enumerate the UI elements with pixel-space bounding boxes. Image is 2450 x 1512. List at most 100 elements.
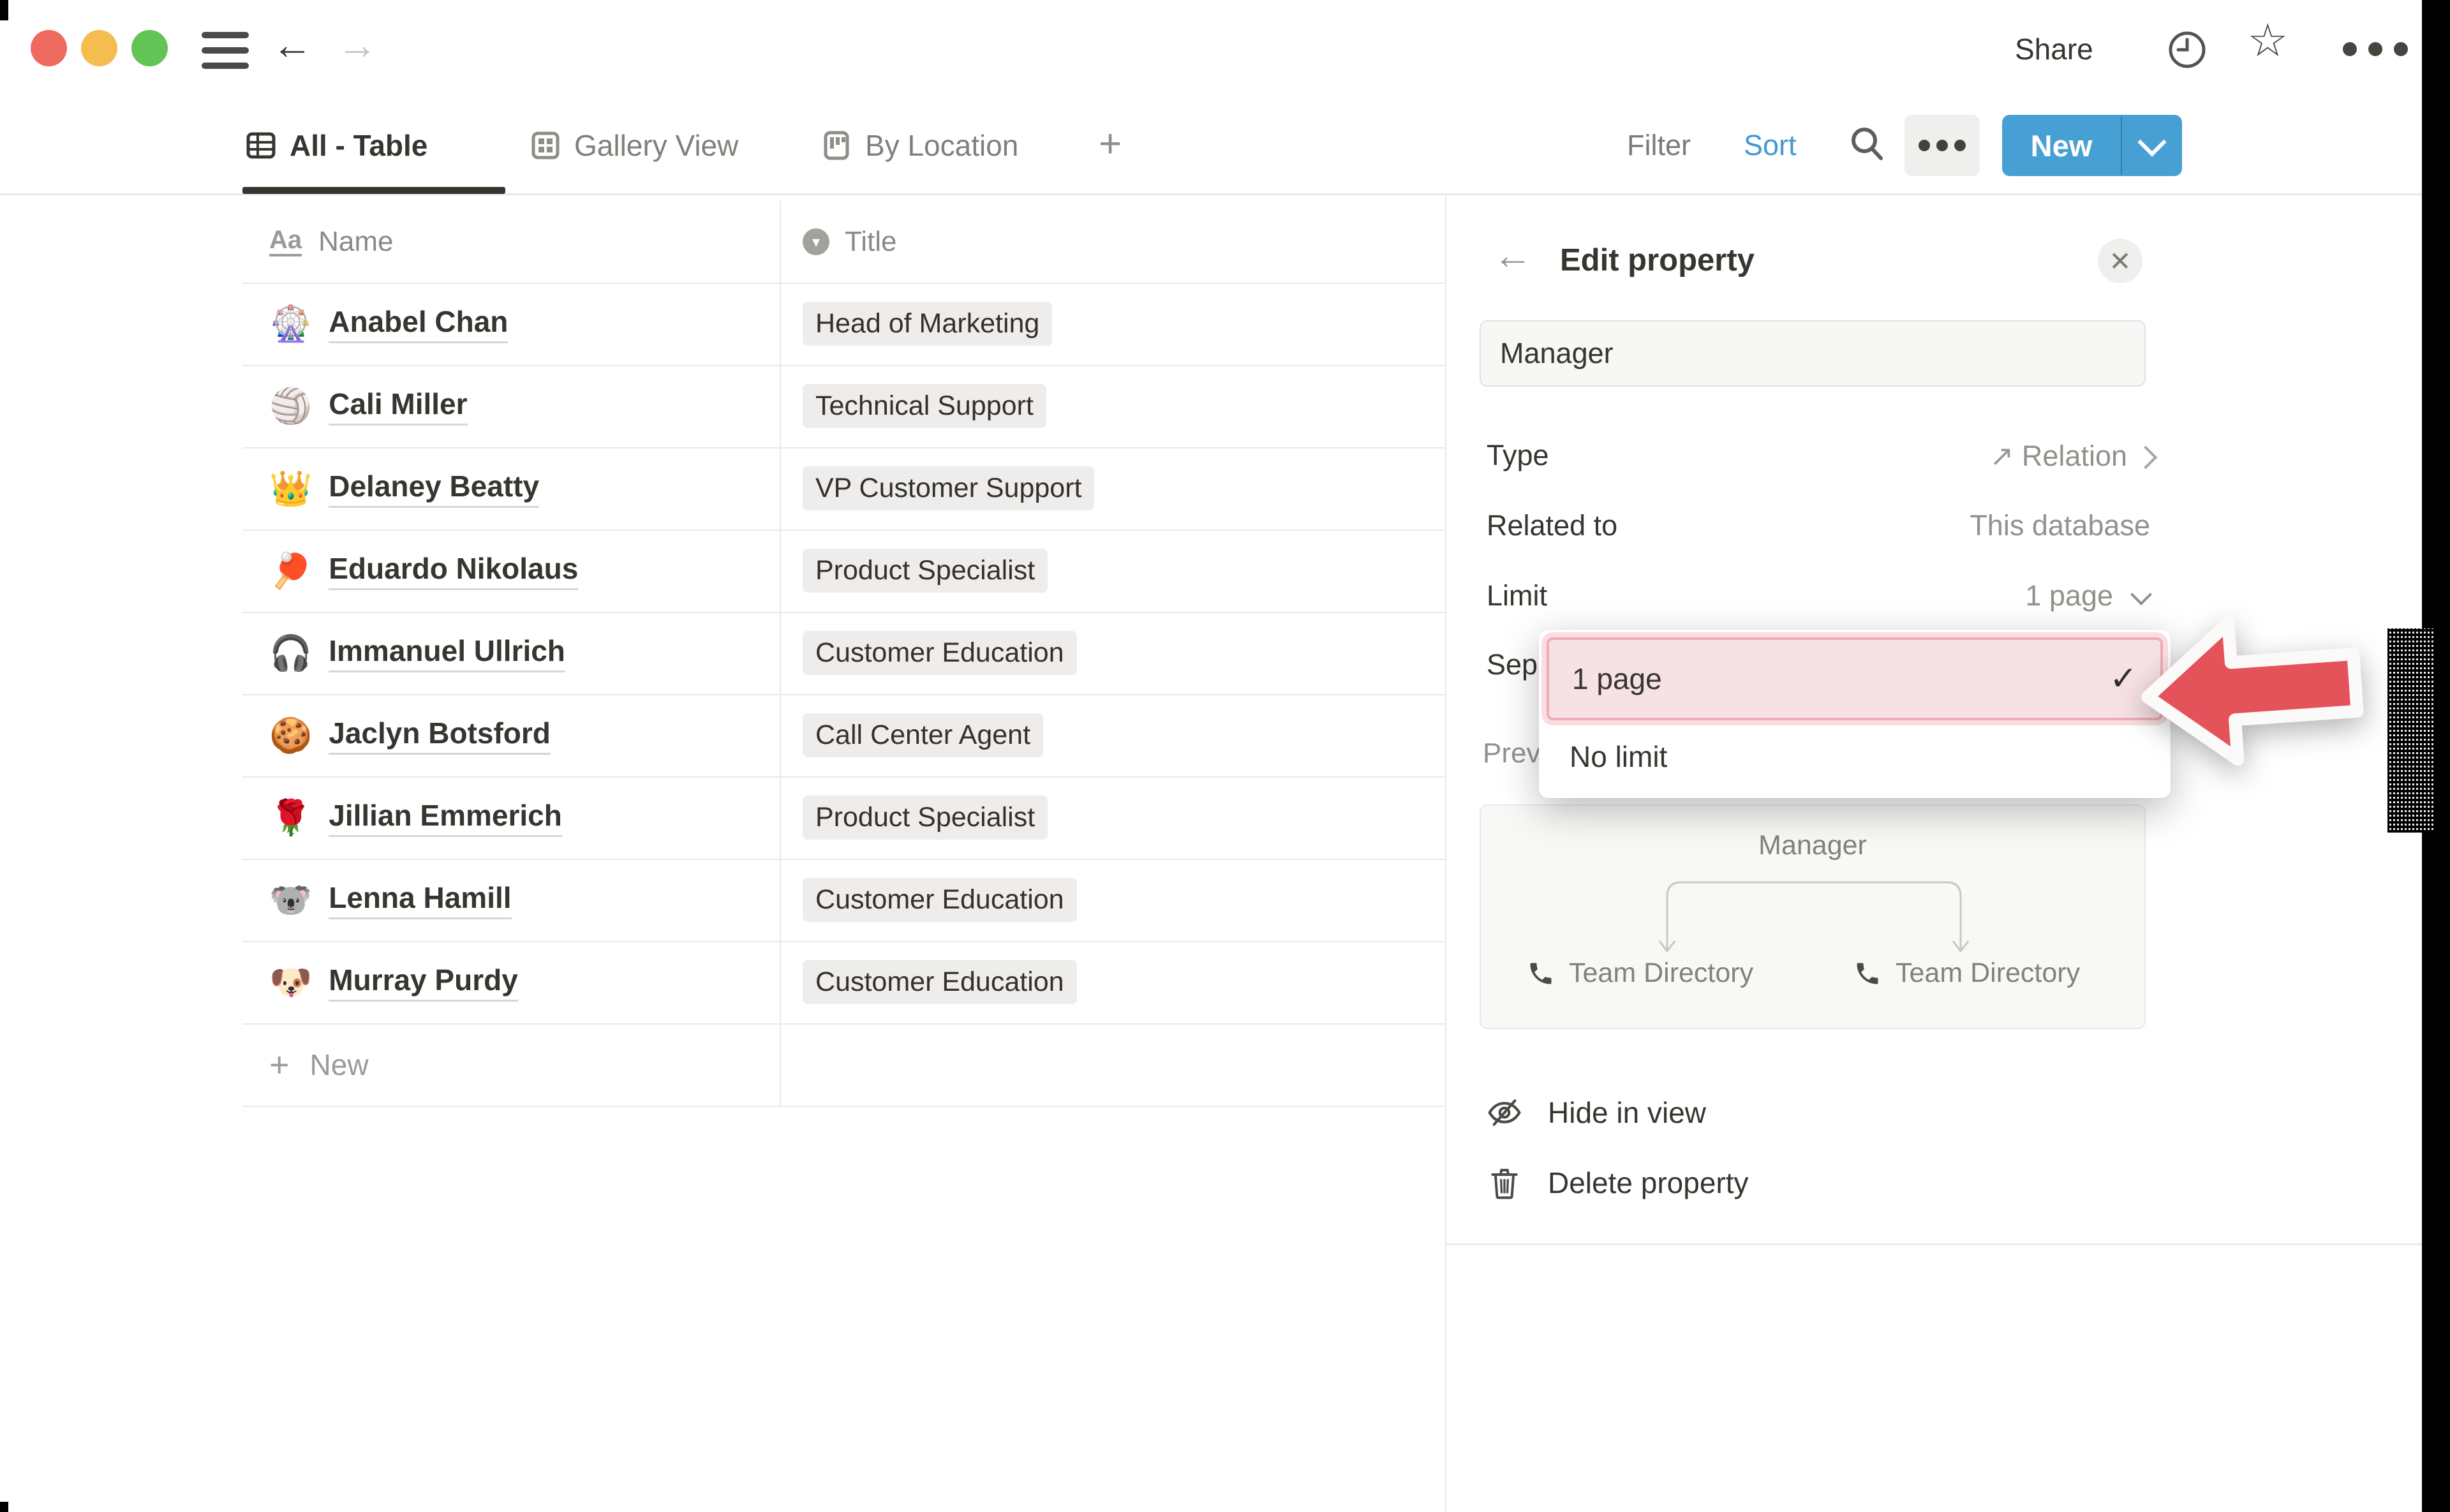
prop-label-type: Type [1487, 439, 1549, 472]
option-label: No limit [1570, 739, 1667, 774]
name-cell[interactable]: 🐨Lenna Hamill [242, 880, 780, 919]
new-dropdown-button[interactable] [2122, 115, 2182, 176]
new-row-inner: + New [242, 1045, 780, 1085]
name-cell[interactable]: 🐶 Murray Purdy [242, 963, 780, 1002]
window-topbar: ← → Share ☆ [0, 0, 2422, 102]
row-emoji-icon: 🌹 [269, 801, 312, 835]
table-row[interactable]: 🐨Lenna Hamill Customer Education [242, 859, 1445, 942]
page-link[interactable]: Eduardo Nikolaus [329, 551, 578, 590]
search-icon[interactable] [1848, 124, 1887, 163]
close-window-button[interactable] [31, 30, 67, 66]
select-tag: Head of Marketing [803, 302, 1052, 346]
sort-button[interactable]: Sort [1744, 129, 1797, 162]
add-view-button[interactable]: + [1099, 121, 1122, 167]
property-name-input[interactable] [1480, 320, 2146, 387]
tab-by-location[interactable]: By Location [822, 114, 1018, 177]
title-cell[interactable]: Product Specialist [780, 796, 1048, 840]
chevron-down-icon [2130, 584, 2152, 605]
table-row[interactable]: 👑 Delaney Beatty VP Customer Support [242, 447, 1445, 531]
select-tag: Customer Education [803, 960, 1077, 1004]
preview-related-page: Team Directory [1527, 958, 1753, 989]
table-row[interactable]: 🏓Eduardo Nikolaus Product Specialist [242, 530, 1445, 613]
page-link[interactable]: Murray Purdy [329, 963, 518, 1002]
tab-gallery-view[interactable]: Gallery View [531, 114, 738, 177]
active-tab-underline [242, 187, 505, 194]
prop-row-type[interactable]: ↗ Relation [1869, 439, 2158, 475]
page-link[interactable]: Jaclyn Botsford [329, 716, 551, 755]
nav-forward-button[interactable]: → [337, 24, 378, 65]
title-cell[interactable]: Head of Marketing [780, 302, 1052, 346]
plus-icon: + [269, 1045, 290, 1085]
sidebar-menu-button[interactable] [202, 32, 249, 69]
title-cell[interactable]: Customer Education [780, 878, 1077, 922]
select-tag: VP Customer Support [803, 466, 1094, 510]
related-value: This database [1970, 509, 2150, 542]
option-label: 1 page [1572, 662, 1662, 696]
select-tag: Product Specialist [803, 796, 1048, 840]
arrow-up-right-icon: ↗ [1990, 440, 2022, 472]
zoom-window-button[interactable] [131, 30, 168, 66]
filter-button[interactable]: Filter [1627, 129, 1691, 162]
favorite-star-icon[interactable]: ☆ [2247, 18, 2289, 64]
dropdown-option-1-page[interactable]: 1 page ✓ [1547, 637, 2163, 720]
hamburger-icon [202, 63, 249, 69]
page-link[interactable]: Cali Miller [329, 387, 467, 426]
table-row[interactable]: 🎧Immanuel Ullrich Customer Education [242, 612, 1445, 695]
title-cell[interactable]: Customer Education [780, 631, 1077, 675]
dropdown-option-no-limit[interactable]: No limit [1547, 723, 2163, 790]
hide-in-view-button[interactable]: Hide in view [1487, 1095, 1706, 1130]
table-row[interactable]: 🏐Cali Miller Technical Support [242, 365, 1445, 448]
phone-icon [1527, 960, 1555, 988]
panel-back-button[interactable]: ← [1493, 236, 1533, 276]
limit-value: 1 page [2025, 579, 2113, 612]
name-cell[interactable]: 🎧Immanuel Ullrich [242, 634, 780, 672]
table-row[interactable]: 🌹 Jillian Emmerich Product Specialist [242, 776, 1445, 860]
annotation-arrow-left [2130, 597, 2378, 785]
page-link[interactable]: Jillian Emmerich [329, 798, 562, 837]
table-row[interactable]: 🍪Jaclyn Botsford Call Center Agent [242, 694, 1445, 778]
panel-close-button[interactable]: ✕ [2098, 239, 2142, 283]
preview-related-page: Team Directory [1853, 958, 2080, 989]
title-cell[interactable]: Customer Education [780, 960, 1077, 1004]
panel-title: Edit property [1560, 242, 1755, 278]
page-link[interactable]: Delaney Beatty [329, 469, 539, 508]
select-tag: Customer Education [803, 878, 1077, 922]
nav-back-button[interactable]: ← [272, 24, 313, 65]
title-cell[interactable]: VP Customer Support [780, 466, 1094, 510]
tab-all-table[interactable]: All - Table [246, 114, 427, 177]
column-header-name[interactable]: Aa Name [242, 226, 780, 258]
column-header-title[interactable]: ▾ Title [780, 226, 897, 258]
new-row-button[interactable]: + New [242, 1023, 1445, 1107]
page-link[interactable]: Immanuel Ullrich [329, 634, 565, 672]
new-row-label: New [310, 1048, 369, 1082]
history-clock-icon[interactable] [2167, 29, 2208, 70]
title-cell[interactable]: Technical Support [780, 384, 1046, 428]
row-emoji-icon: 👑 [269, 471, 312, 506]
row-emoji-icon: 🎡 [269, 307, 312, 341]
prop-row-related[interactable]: This database [1869, 509, 2158, 545]
share-button[interactable]: Share [2015, 32, 2093, 66]
new-button-label[interactable]: New [2002, 115, 2121, 176]
title-cell[interactable]: Product Specialist [780, 549, 1048, 593]
row-emoji-icon: 🐶 [269, 965, 312, 1000]
more-ellipsis-icon[interactable] [2340, 40, 2410, 59]
page-link[interactable]: Lenna Hamill [329, 880, 511, 919]
view-options-button[interactable] [1904, 115, 1980, 176]
name-cell[interactable]: 🎡 Anabel Chan [242, 304, 780, 343]
close-icon: ✕ [2109, 246, 2131, 277]
page-link[interactable]: Anabel Chan [329, 304, 508, 343]
name-cell[interactable]: 🏓Eduardo Nikolaus [242, 551, 780, 590]
table-row[interactable]: 🎡 Anabel Chan Head of Marketing [242, 283, 1445, 366]
title-cell[interactable]: Call Center Agent [780, 713, 1043, 757]
relation-value: ↗ Relation [1990, 439, 2127, 473]
name-cell[interactable]: 🍪Jaclyn Botsford [242, 716, 780, 755]
name-cell[interactable]: 👑 Delaney Beatty [242, 469, 780, 508]
delete-property-button[interactable]: Delete property [1487, 1165, 1749, 1201]
minimize-window-button[interactable] [81, 30, 117, 66]
gallery-view-icon [531, 131, 560, 160]
table-row[interactable]: 🐶 Murray Purdy Customer Education [242, 941, 1445, 1025]
name-cell[interactable]: 🌹 Jillian Emmerich [242, 798, 780, 837]
new-button[interactable]: New [2002, 115, 2182, 176]
prop-row-limit[interactable]: 1 page [1869, 579, 2158, 615]
name-cell[interactable]: 🏐Cali Miller [242, 387, 780, 426]
